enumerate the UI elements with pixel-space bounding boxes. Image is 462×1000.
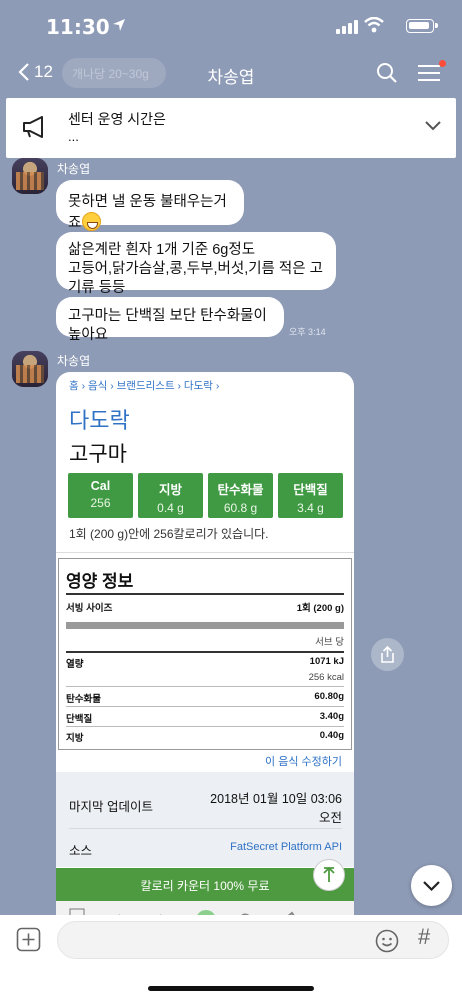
food-name: 고구마: [69, 443, 127, 466]
browser-nav-icons: [69, 908, 295, 915]
panel-title: 영양 정보: [66, 572, 134, 591]
message-bubble[interactable]: 못하면 낼 운동 불태우는거죠: [56, 180, 244, 231]
status-bar: 11:30: [0, 0, 462, 54]
promo-banner: 칼로리 카운터 100% 무료: [56, 868, 354, 901]
energy-kcal-row: 256 kcal: [308, 672, 344, 683]
wifi-icon: [364, 17, 384, 33]
divider: [66, 706, 344, 707]
megaphone-icon: [23, 116, 43, 138]
home-indicator: [148, 986, 314, 991]
chevron-down-icon[interactable]: [424, 120, 442, 132]
message-input-bar: #: [0, 915, 462, 1000]
message-text: 고등어,닭가슴살,콩,두부,버섯,기름 적은 고기류 등등: [68, 261, 323, 296]
energy-row: 열량 1071 kJ: [66, 656, 344, 670]
divider: [66, 622, 344, 629]
message-text: 삶은계란 흰자 1개 기준 6g정도: [68, 242, 256, 258]
emoticon-icon[interactable]: [375, 929, 399, 953]
edit-food-link[interactable]: 이 음식 수정하기: [265, 753, 342, 769]
updated-label: 마지막 업데이트: [69, 800, 153, 814]
divider: [66, 651, 344, 653]
notice-banner[interactable]: 센터 운영 시간은 ...: [6, 98, 456, 158]
message-bubble[interactable]: 고구마는 단백질 보단 탄수화물이 높아요: [56, 297, 284, 343]
divider: [66, 686, 344, 687]
message-bubble[interactable]: 삶은계란 흰자 1개 기준 6g정도 고등어,닭가슴살,콩,두부,버섯,기름 적…: [56, 232, 336, 296]
divider: [66, 593, 344, 595]
hashtag-icon[interactable]: #: [418, 924, 430, 950]
updated-date: 2018년 01월 10일 03:06 오전: [210, 792, 342, 825]
message-timestamp: 오후 3:14: [289, 327, 326, 337]
menu-icon[interactable]: [418, 64, 440, 82]
source-link[interactable]: FatSecret Platform API: [230, 841, 342, 853]
message-text: 고구마는 단백질 보단 탄수화물이 높아요: [68, 308, 267, 343]
sender-name: 차송엽: [57, 162, 91, 176]
serving-size-row: 서빙 사이즈 1회 (200 g): [66, 603, 344, 614]
calorie-summary: 1회 (200 g)안에 256칼로리가 있습니다.: [69, 527, 269, 541]
protein-row: 단백질 3.40g: [66, 711, 344, 725]
arrow-up-icon: [323, 866, 335, 882]
scroll-to-bottom-button[interactable]: [411, 865, 452, 906]
grinning-emoji-icon: [82, 212, 102, 231]
divider: [66, 726, 344, 727]
share-icon: [381, 645, 394, 663]
nutrient-box-fat: 지방 0.4 g: [138, 473, 203, 518]
shared-image-card[interactable]: 홈 › 음식 › 브랜드리스트 › 다도락 › 다도락 고구마 Cal 256 지…: [56, 372, 354, 915]
nutrient-box-protein: 단백질 3.4 g: [278, 473, 343, 518]
plus-icon[interactable]: [16, 927, 41, 952]
nutrient-box-carbs: 탄수화물 60.8 g: [208, 473, 273, 518]
sender-name: 차송엽: [57, 354, 91, 368]
nutrient-box-calories: Cal 256: [68, 473, 133, 518]
status-time: 11:30: [46, 15, 110, 39]
share-button[interactable]: [371, 638, 404, 671]
chat-header: 개나당 20~30g 12 차송엽: [0, 54, 462, 96]
divider: [56, 552, 354, 553]
nutrition-facts-panel: 영양 정보 서빙 사이즈 1회 (200 g) 서브 당 열량 1071 kJ 25…: [58, 558, 352, 750]
carbs-row: 탄수화물 60.80g: [66, 691, 344, 705]
chevron-down-icon: [423, 881, 440, 892]
search-icon[interactable]: [376, 62, 398, 84]
divider: [69, 828, 342, 829]
notification-dot: [439, 60, 446, 67]
notice-body: ...: [68, 129, 79, 144]
battery-icon: [406, 19, 438, 33]
avatar[interactable]: [12, 158, 48, 194]
scroll-top-button: [313, 859, 345, 891]
breadcrumb: 홈 › 음식 › 브랜드리스트 › 다도락 ›: [69, 380, 220, 392]
signal-icon: [336, 20, 358, 34]
fat-row: 지방 0.40g: [66, 730, 344, 744]
brand-name: 다도락: [69, 408, 130, 433]
location-arrow-icon: [113, 19, 125, 31]
source-label: 소스: [69, 844, 93, 858]
browser-toolbar: [56, 901, 354, 915]
avatar[interactable]: [12, 351, 48, 387]
per-serving-row: 서브 당: [315, 637, 344, 648]
notice-title: 센터 운영 시간은: [68, 111, 166, 127]
